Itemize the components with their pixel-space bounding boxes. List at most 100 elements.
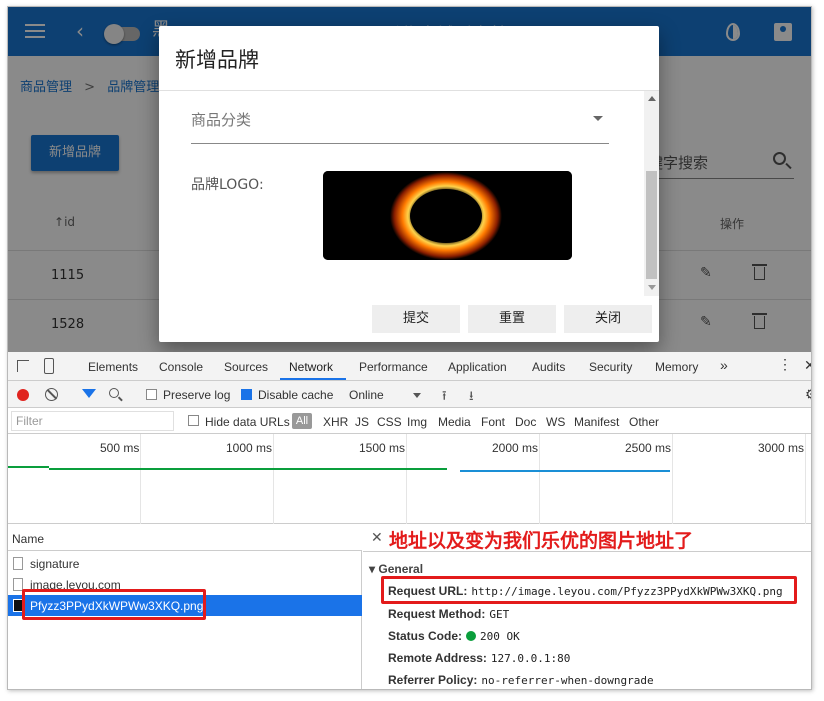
highlight-box xyxy=(381,576,797,604)
highlight-box xyxy=(22,589,206,620)
device-toolbar-icon[interactable] xyxy=(44,358,54,374)
referrer-policy-value: no-referrer-when-downgrade xyxy=(481,674,654,687)
clear-icon[interactable] xyxy=(45,388,58,401)
scroll-down-arrow-icon[interactable] xyxy=(648,285,656,290)
scroll-up-arrow-icon[interactable] xyxy=(648,96,656,101)
logo-label: 品牌LOGO: xyxy=(191,177,264,193)
filter-media[interactable]: Media xyxy=(438,415,471,429)
chevron-down-icon[interactable] xyxy=(413,393,421,398)
file-icon xyxy=(13,557,23,570)
status-code-key: Status Code: xyxy=(388,629,463,643)
referrer-policy-key: Referrer Policy: xyxy=(388,673,478,687)
devtools-panel: Elements Console Sources Network Perform… xyxy=(8,352,811,689)
close-button[interactable]: 关闭 xyxy=(564,305,652,333)
tab-memory[interactable]: Memory xyxy=(655,360,698,374)
preserve-log-checkbox[interactable] xyxy=(146,389,157,400)
tab-network[interactable]: Network xyxy=(289,360,333,374)
timeline-tick-label: 500 ms xyxy=(100,441,140,455)
filter-js[interactable]: JS xyxy=(355,415,369,429)
brand-logo-preview[interactable] xyxy=(323,171,572,260)
filter-font[interactable]: Font xyxy=(481,415,505,429)
hide-data-urls-checkbox[interactable] xyxy=(188,415,199,426)
filter-manifest[interactable]: Manifest xyxy=(574,415,619,429)
disable-cache-label: Disable cache xyxy=(258,388,334,402)
status-code-value: 200 OK xyxy=(480,630,520,643)
timeline-gridline xyxy=(406,434,407,524)
inspect-element-icon[interactable] xyxy=(17,360,29,372)
timeline-bar xyxy=(460,470,670,472)
import-har-icon[interactable]: ⭱ xyxy=(442,387,447,409)
more-tabs-icon[interactable]: » xyxy=(720,357,728,373)
tab-elements[interactable]: Elements xyxy=(88,360,138,374)
scrollbar-thumb[interactable] xyxy=(646,171,657,279)
general-section-header[interactable]: ▾ General xyxy=(369,562,423,576)
filter-bar: Filter Hide data URLs All XHR JS CSS Img… xyxy=(8,408,811,434)
timeline-tick-label: 2000 ms xyxy=(492,441,539,455)
annotation-text: 地址以及变为我们乐优的图片地址了 xyxy=(389,530,694,552)
tab-security[interactable]: Security xyxy=(589,360,632,374)
network-timeline[interactable]: 500 ms 1000 ms 1500 ms 2000 ms 2500 ms 3… xyxy=(8,434,811,524)
dialog-scrollbar[interactable] xyxy=(644,91,659,296)
timeline-bar xyxy=(49,468,447,470)
request-method-value: GET xyxy=(489,608,510,621)
request-method-row: Request Method: GET xyxy=(388,607,509,621)
export-har-icon[interactable]: ⭳ xyxy=(469,387,474,409)
headers-pane: ✕ 地址以及变为我们乐优的图片地址了 ▾ General Request URL… xyxy=(363,524,811,689)
disable-cache-checkbox[interactable] xyxy=(241,389,252,400)
tab-audits[interactable]: Audits xyxy=(532,360,565,374)
remote-address-row: Remote Address: 127.0.0.1:80 xyxy=(388,651,570,665)
hide-data-urls-label: Hide data URLs xyxy=(205,415,290,429)
settings-gear-icon[interactable]: ⚙ xyxy=(805,386,811,403)
fire-ring-image xyxy=(323,171,572,260)
timeline-gridline xyxy=(672,434,673,524)
filter-img[interactable]: Img xyxy=(407,415,427,429)
filter-input[interactable]: Filter xyxy=(11,411,174,431)
filter-css[interactable]: CSS xyxy=(377,415,402,429)
close-devtools-icon[interactable]: ✕ xyxy=(804,357,811,374)
tab-performance[interactable]: Performance xyxy=(359,360,428,374)
request-row[interactable]: signature xyxy=(8,553,362,574)
filter-xhr[interactable]: XHR xyxy=(323,415,348,429)
status-ok-icon xyxy=(466,631,477,641)
remote-address-key: Remote Address: xyxy=(388,651,487,665)
timeline-bar xyxy=(8,466,49,468)
filter-icon[interactable] xyxy=(82,389,96,398)
throttle-select[interactable]: Online xyxy=(349,388,384,402)
tab-sources[interactable]: Sources xyxy=(224,360,268,374)
requests-header[interactable]: Name xyxy=(8,524,362,551)
timeline-tick-label: 1000 ms xyxy=(226,441,273,455)
status-code-row: Status Code: 200 OK xyxy=(388,629,520,643)
filter-ws[interactable]: WS xyxy=(546,415,565,429)
record-icon[interactable] xyxy=(17,389,29,401)
referrer-policy-row: Referrer Policy: no-referrer-when-downgra… xyxy=(388,673,654,687)
active-tab-indicator xyxy=(280,378,346,380)
tab-application[interactable]: Application xyxy=(448,360,507,374)
filter-other[interactable]: Other xyxy=(629,415,659,429)
timeline-gridline xyxy=(273,434,274,524)
dropdown-caret-icon[interactable] xyxy=(593,116,603,121)
timeline-tick-label: 3000 ms xyxy=(758,441,805,455)
add-brand-dialog: 新增品牌 商品分类 品牌LOGO: 提交 重置 关闭 xyxy=(159,26,659,342)
reset-button[interactable]: 重置 xyxy=(468,305,556,333)
headers-divider xyxy=(363,551,811,552)
search-icon[interactable] xyxy=(109,388,119,398)
category-select-underline xyxy=(191,143,609,144)
screenshot-frame: ‹ 黑 乐优商城后台管理 商品管理 > 品牌管理 新增品牌 键字搜索 ↑id 操… xyxy=(7,6,812,690)
requests-pane: Name signature image.leyou.com Pfyzz3PPy… xyxy=(8,524,362,689)
filter-doc[interactable]: Doc xyxy=(515,415,536,429)
kebab-menu-icon[interactable]: ⋮ xyxy=(778,356,792,373)
dialog-body: 商品分类 品牌LOGO: xyxy=(159,91,644,296)
timeline-tick-label: 1500 ms xyxy=(359,441,406,455)
close-icon[interactable]: ✕ xyxy=(371,529,383,546)
preserve-log-label: Preserve log xyxy=(163,388,231,402)
submit-button[interactable]: 提交 xyxy=(372,305,460,333)
requests-header-label: Name xyxy=(12,532,45,546)
admin-app: ‹ 黑 乐优商城后台管理 商品管理 > 品牌管理 新增品牌 键字搜索 ↑id 操… xyxy=(8,7,811,352)
dialog-title: 新增品牌 xyxy=(175,48,259,72)
tab-console[interactable]: Console xyxy=(159,360,203,374)
filter-all-button[interactable]: All xyxy=(292,413,312,429)
timeline-gridline xyxy=(140,434,141,524)
category-select-placeholder[interactable]: 商品分类 xyxy=(191,109,251,130)
network-toolbar: Preserve log Disable cache Online ⭱ ⭳ ⚙ xyxy=(8,381,811,409)
request-name: signature xyxy=(30,557,80,571)
